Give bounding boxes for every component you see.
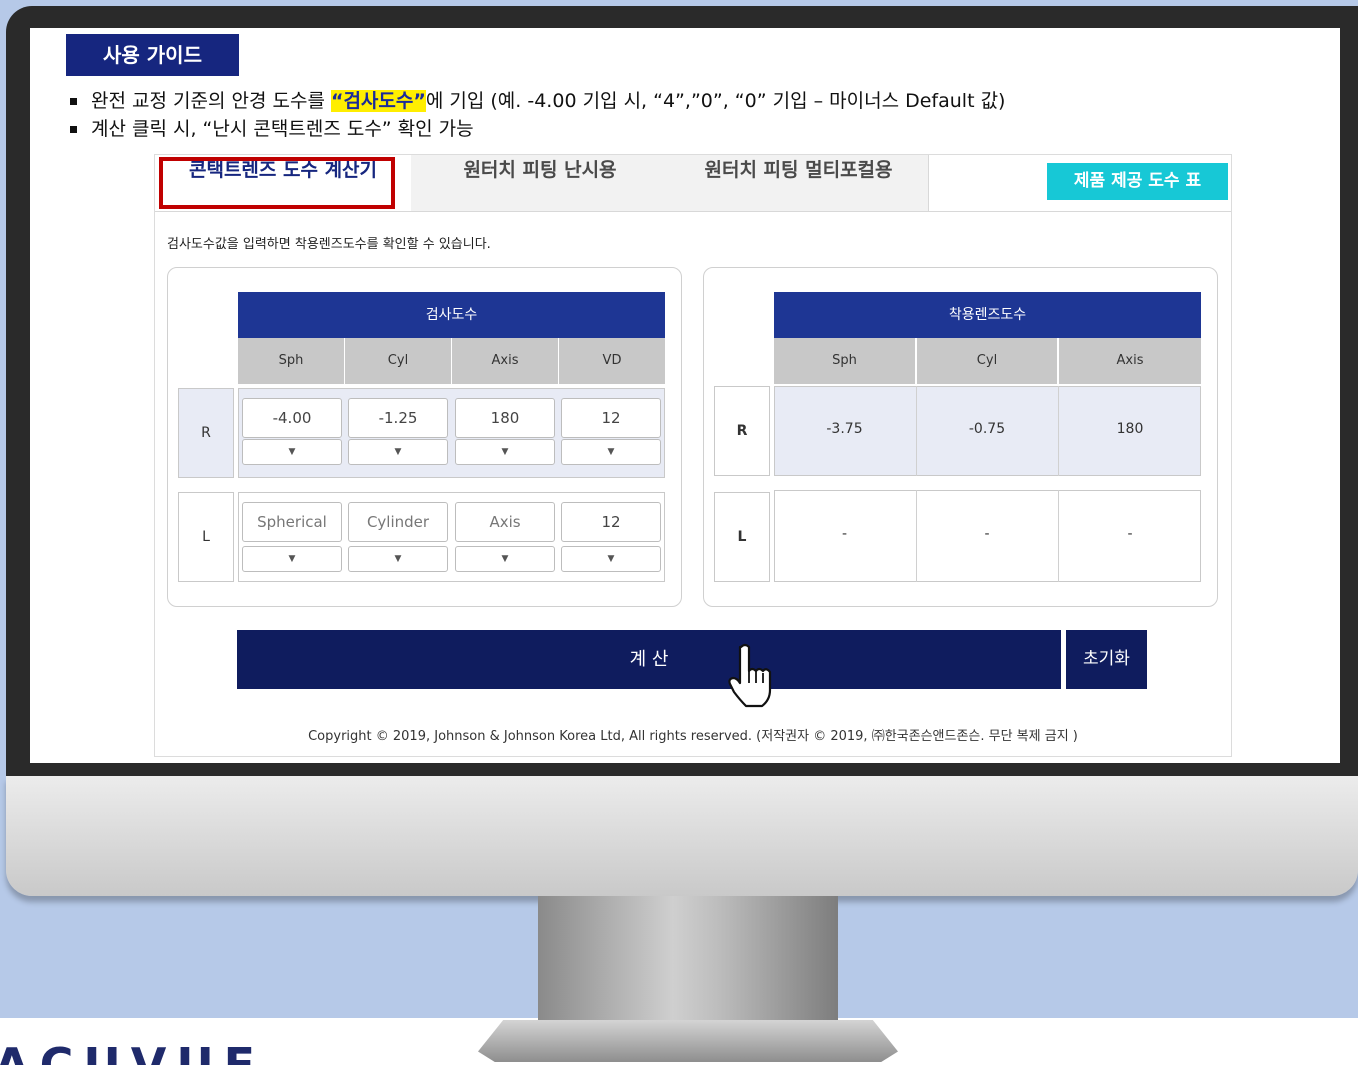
exam-col-vd: VD: [559, 338, 665, 384]
brand-logo-fragment: ACUVUE: [0, 1038, 266, 1065]
r-axis-dropdown[interactable]: ▼: [455, 439, 555, 465]
lens-l-sph: -: [841, 526, 848, 542]
copyright: Copyright © 2019, Johnson & Johnson Kore…: [308, 729, 1078, 744]
product-power-table-button[interactable]: 제품 제공 도수 표: [1047, 163, 1228, 200]
active-tab-highlight: [159, 157, 395, 209]
l-axis-input[interactable]: Axis: [455, 502, 555, 542]
l-sph-dropdown[interactable]: ▼: [242, 546, 342, 572]
r-axis-input[interactable]: 180: [455, 398, 555, 438]
r-sph-dropdown[interactable]: ▼: [242, 439, 342, 465]
bullet-dot: [70, 98, 77, 105]
monitor-stand-foot: [478, 1020, 898, 1062]
l-cyl-input[interactable]: Cylinder: [348, 502, 448, 542]
exam-header: 검사도수: [238, 292, 665, 338]
calculator-panel: 콘택트렌즈 도수 계산기 원터치 피팅 난시용 원터치 피팅 멀티포컬용 제품 …: [154, 154, 1232, 757]
bullet-text: 에 기입 (예. -4.00 기입 시, “4”,”0”, “0” 기입 – 마…: [425, 90, 1006, 112]
guide-bullet-1: 완전 교정 기준의 안경 도수를 “검사도수”에 기입 (예. -4.00 기입…: [70, 86, 1005, 113]
bullet-text: 계산 클릭 시, “난시 콘택트렌즈 도수” 확인 가능: [91, 118, 474, 140]
lens-r-sph: -3.75: [826, 421, 863, 437]
l-axis-dropdown[interactable]: ▼: [455, 546, 555, 572]
highlighted-term: “검사도수”: [330, 90, 426, 112]
exam-col-axis: Axis: [452, 338, 558, 384]
lens-r-cyl: -0.75: [968, 421, 1006, 437]
lens-header: 착용렌즈도수: [774, 292, 1201, 338]
tab-toric-fitting[interactable]: 원터치 피팅 난시용: [411, 155, 670, 211]
l-vd-dropdown[interactable]: ▼: [561, 546, 661, 572]
lens-row-label-r: R: [714, 386, 770, 476]
tab-multifocal-fitting[interactable]: 원터치 피팅 멀티포컬용: [669, 155, 929, 211]
exam-row-label-r: R: [178, 388, 234, 478]
lens-l-axis: -: [1127, 526, 1133, 542]
guide-bullet-2: 계산 클릭 시, “난시 콘택트렌즈 도수” 확인 가능: [70, 114, 474, 141]
lens-l-cyl: -: [984, 526, 990, 542]
lens-row-label-l: L: [714, 492, 770, 582]
hand-cursor-icon: [728, 643, 772, 708]
calculate-button[interactable]: 계 산: [237, 630, 1061, 689]
monitor-screen: 사용 가이드 완전 교정 기준의 안경 도수를 “검사도수”에 기입 (예. -…: [30, 28, 1340, 763]
exam-row-label-l: L: [178, 492, 234, 582]
lens-col-cyl: Cyl: [917, 338, 1057, 384]
reset-button[interactable]: 초기화: [1066, 630, 1147, 689]
lens-r-axis: 180: [1116, 421, 1144, 437]
guide-title: 사용 가이드: [66, 34, 239, 76]
r-vd-dropdown[interactable]: ▼: [561, 439, 661, 465]
description: 검사도수값을 입력하면 착용렌즈도수를 확인할 수 있습니다.: [167, 237, 491, 252]
lens-col-sph: Sph: [774, 338, 915, 384]
exam-power-box: 검사도수 Sph Cyl Axis VD R -4.00 -1.25 180 1…: [167, 267, 682, 607]
lens-col-axis: Axis: [1059, 338, 1201, 384]
bullet-text: 완전 교정 기준의 안경 도수를: [91, 90, 331, 112]
r-sph-input[interactable]: -4.00: [242, 398, 342, 438]
r-vd-input[interactable]: 12: [561, 398, 661, 438]
tab-bar: 콘택트렌즈 도수 계산기 원터치 피팅 난시용 원터치 피팅 멀티포컬용 제품 …: [155, 155, 1231, 212]
l-cyl-dropdown[interactable]: ▼: [348, 546, 448, 572]
lens-power-box: 착용렌즈도수 Sph Cyl Axis R -3.75 -0.75 180 L …: [703, 267, 1218, 607]
bullet-dot: [70, 126, 77, 133]
r-cyl-dropdown[interactable]: ▼: [348, 439, 448, 465]
r-cyl-input[interactable]: -1.25: [348, 398, 448, 438]
l-vd-input[interactable]: 12: [561, 502, 661, 542]
exam-col-cyl: Cyl: [345, 338, 451, 384]
monitor-chin: [6, 776, 1358, 896]
monitor-stand-neck: [538, 896, 838, 1021]
exam-col-sph: Sph: [238, 338, 344, 384]
l-sph-input[interactable]: Spherical: [242, 502, 342, 542]
